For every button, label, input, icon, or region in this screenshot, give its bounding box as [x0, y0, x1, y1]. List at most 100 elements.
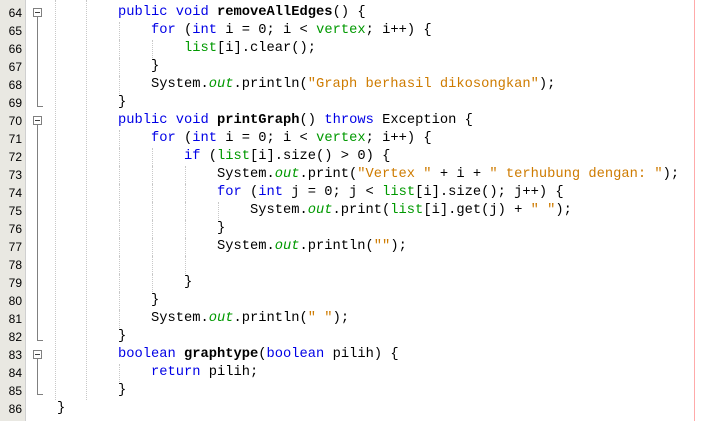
- line-number: 83: [8, 348, 22, 362]
- fold-line: [37, 359, 38, 394]
- indent-guide: [152, 184, 153, 202]
- line-number: 64: [8, 6, 22, 20]
- right-margin-line: [694, 0, 695, 421]
- code-token: pilih;: [200, 365, 259, 380]
- indent-guide: [152, 148, 153, 166]
- collapse-fold-icon[interactable]: [33, 116, 42, 125]
- code-token: Exception {: [373, 113, 473, 128]
- collapse-fold-icon[interactable]: [33, 350, 42, 359]
- fold-line: [37, 125, 38, 340]
- code-line: public void removeAllEdges() {: [118, 4, 366, 22]
- code-line: public void printGraph() throws Exceptio…: [118, 112, 473, 130]
- code-token: );: [390, 239, 407, 254]
- indent-guide: [119, 76, 120, 94]
- code-token: .println(: [299, 239, 374, 254]
- code-token: [i].size(); j++) {: [415, 185, 564, 200]
- code-token: printGraph: [217, 113, 300, 128]
- indent-guide: [119, 40, 120, 58]
- code-token: System.: [151, 311, 209, 326]
- collapse-fold-icon[interactable]: [33, 8, 42, 17]
- code-token: "Vertex ": [357, 167, 432, 182]
- line-number: 80: [8, 294, 22, 308]
- code-line: System.out.print("Vertex " + i + " terhu…: [217, 166, 679, 184]
- code-token: System.: [217, 239, 275, 254]
- code-token: for: [217, 185, 242, 200]
- line-number: 71: [8, 132, 22, 146]
- fold-end-marker: [37, 340, 43, 341]
- code-token: }: [151, 293, 160, 308]
- indent-guide: [119, 130, 120, 148]
- line-number: 72: [8, 150, 22, 164]
- line-number: 84: [8, 366, 22, 380]
- code-token: (: [175, 23, 193, 38]
- code-token: j = 0; j <: [283, 185, 383, 200]
- code-token: list: [390, 203, 424, 218]
- line-number: 82: [8, 330, 22, 344]
- indent-guide: [119, 148, 120, 166]
- code-line: }: [217, 220, 225, 238]
- code-token: out: [274, 167, 300, 182]
- code-token: );: [538, 77, 556, 92]
- code-token: int: [192, 23, 218, 38]
- code-token: (): [299, 113, 325, 128]
- code-token: System.: [217, 167, 275, 182]
- code-token: [i].clear();: [217, 41, 317, 56]
- indent-guide: [185, 220, 186, 238]
- line-number: 79: [8, 276, 22, 290]
- code-token: " terhubung dengan: ": [489, 167, 663, 182]
- code-line: for (int i = 0; i < vertex; i++) {: [151, 22, 432, 40]
- line-number: 75: [8, 204, 22, 218]
- code-line: list[i].clear();: [184, 40, 316, 58]
- indent-guide: [86, 0, 87, 400]
- indent-guide: [119, 310, 120, 328]
- code-token: () {: [332, 5, 366, 20]
- indent-guide: [152, 238, 153, 256]
- line-number: 86: [8, 402, 22, 416]
- code-token: out: [274, 239, 300, 254]
- line-number: 65: [8, 24, 22, 38]
- indent-guide: [119, 238, 120, 256]
- line-number: 81: [8, 312, 22, 326]
- code-token: ; i++) {: [365, 131, 432, 146]
- code-line: }: [118, 382, 126, 400]
- code-token: .println(: [233, 311, 308, 326]
- indent-guide: [185, 238, 186, 256]
- code-token: " ": [530, 203, 556, 218]
- code-line: System.out.print(list[i].get(j) + " ");: [250, 202, 572, 220]
- code-token: pilih) {: [324, 347, 399, 362]
- code-token: ; i++) {: [365, 23, 432, 38]
- indent-guide: [185, 166, 186, 184]
- code-token: " ": [307, 311, 333, 326]
- indent-guide: [185, 202, 186, 220]
- code-token: [i].get(j) +: [423, 203, 531, 218]
- code-token: return: [151, 365, 201, 380]
- fold-line: [37, 17, 38, 106]
- code-token: }: [118, 95, 127, 110]
- indent-guide: [152, 202, 153, 220]
- code-line: }: [184, 274, 192, 292]
- indent-guide: [119, 166, 120, 184]
- code-token: int: [258, 185, 284, 200]
- line-number: 74: [8, 186, 22, 200]
- code-token: list: [382, 185, 416, 200]
- indent-guide: [218, 202, 219, 220]
- code-token: list: [184, 41, 218, 56]
- fold-end-marker: [37, 394, 43, 395]
- code-token: "Graph berhasil dikosongkan": [307, 77, 539, 92]
- indent-guide: [152, 166, 153, 184]
- code-token: );: [332, 311, 350, 326]
- code-line: }: [151, 58, 159, 76]
- code-token: for: [151, 23, 176, 38]
- code-token: if: [184, 149, 201, 164]
- code-token: "": [373, 239, 391, 254]
- code-line: }: [118, 328, 126, 346]
- code-token: for: [151, 131, 176, 146]
- code-line: System.out.println("Graph berhasil dikos…: [151, 76, 555, 94]
- line-number: 73: [8, 168, 22, 182]
- code-token: );: [662, 167, 680, 182]
- code-token: i = 0; i <: [217, 23, 317, 38]
- code-token: }: [118, 329, 127, 344]
- code-token: removeAllEdges: [217, 5, 333, 20]
- indent-guide: [152, 220, 153, 238]
- indent-guide: [152, 274, 153, 292]
